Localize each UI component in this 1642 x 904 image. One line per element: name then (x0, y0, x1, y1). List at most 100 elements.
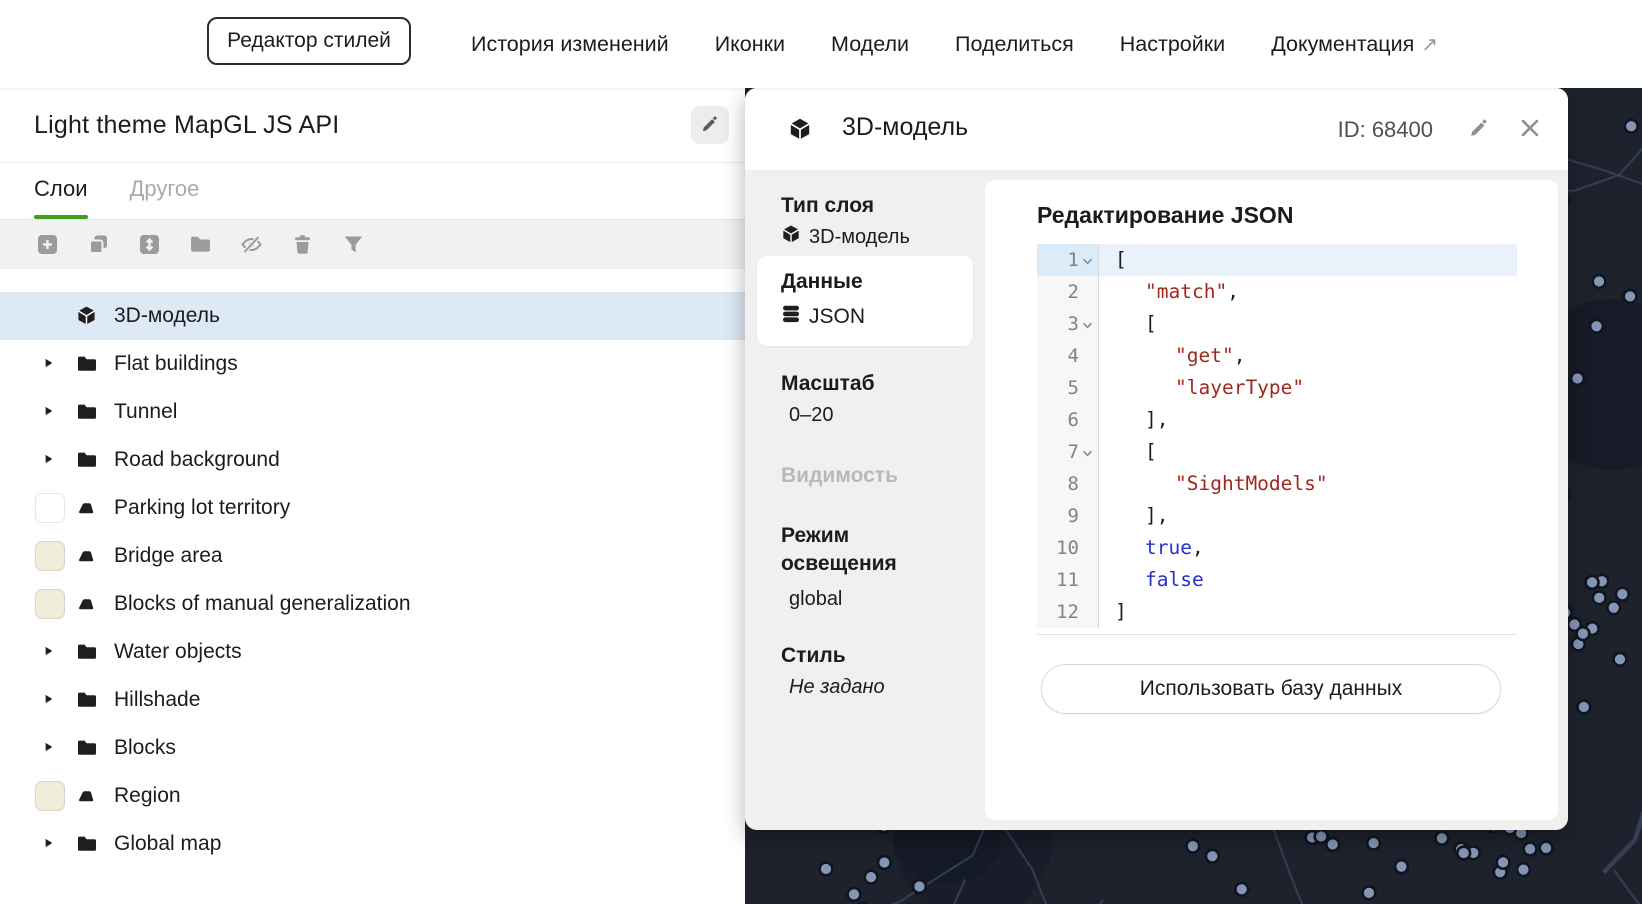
fold-chevron-icon[interactable] (1082, 322, 1093, 329)
layer-row[interactable]: Road background (0, 436, 745, 484)
nav-item[interactable]: Настройки (1120, 32, 1225, 57)
code-line[interactable]: 7[ (1037, 436, 1517, 468)
expand-triangle-icon[interactable] (44, 838, 54, 848)
code-text[interactable]: [ (1099, 244, 1517, 276)
line-number-gutter[interactable]: 9 (1037, 500, 1099, 532)
line-number: 11 (1056, 569, 1079, 591)
expand-triangle-icon[interactable] (44, 646, 54, 656)
code-text[interactable]: ] (1099, 596, 1517, 628)
code-text[interactable]: "layerType" (1099, 372, 1517, 404)
layer-row[interactable]: Parking lot territory (0, 484, 745, 532)
code-text[interactable]: [ (1099, 308, 1517, 340)
code-line[interactable]: 4 "get", (1037, 340, 1517, 372)
layer-row[interactable]: Tunnel (0, 388, 745, 436)
line-number-gutter[interactable]: 8 (1037, 468, 1099, 500)
line-number-gutter[interactable]: 10 (1037, 532, 1099, 564)
code-line[interactable]: 12] (1037, 596, 1517, 628)
pencil-icon (700, 114, 720, 137)
layer-row[interactable]: Region (0, 772, 745, 820)
layer-color-swatch[interactable] (35, 781, 65, 811)
tab-other[interactable]: Другое (130, 163, 200, 219)
line-number-gutter[interactable]: 2 (1037, 276, 1099, 308)
code-text[interactable]: ], (1099, 500, 1517, 532)
code-line[interactable]: 2 "match", (1037, 276, 1517, 308)
layer-row[interactable]: Water objects (0, 628, 745, 676)
code-text[interactable]: ], (1099, 404, 1517, 436)
sidebar-item-data[interactable]: Данные JSON (757, 256, 973, 346)
plus-square-icon[interactable] (36, 233, 59, 256)
line-number-gutter[interactable]: 5 (1037, 372, 1099, 404)
eye-off-icon[interactable] (240, 233, 263, 256)
line-number: 12 (1056, 601, 1079, 623)
style-editor-button[interactable]: Редактор стилей (207, 17, 411, 65)
cube-icon (76, 305, 97, 326)
code-line[interactable]: 3[ (1037, 308, 1517, 340)
json-code-editor[interactable]: 1[2 "match", 3[4 "get", 5 "layerType" 6], 7[8 "S… (1037, 244, 1517, 635)
layer-row[interactable]: Flat buildings (0, 340, 745, 388)
line-number-gutter[interactable]: 11 (1037, 564, 1099, 596)
code-line[interactable]: 8 "SightModels" (1037, 468, 1517, 500)
line-number-gutter[interactable]: 3 (1037, 308, 1099, 340)
line-number-gutter[interactable]: 12 (1037, 596, 1099, 628)
code-text[interactable]: "get", (1099, 340, 1517, 372)
code-token: [ (1145, 312, 1157, 335)
line-number: 1 (1067, 249, 1079, 271)
expand-triangle-icon[interactable] (44, 742, 54, 752)
line-number-gutter[interactable]: 4 (1037, 340, 1099, 372)
layer-row[interactable]: Blocks of manual generalization (0, 580, 745, 628)
expand-triangle-icon[interactable] (44, 358, 54, 368)
code-text[interactable]: "match", (1099, 276, 1517, 308)
use-database-button[interactable]: Использовать базу данных (1041, 664, 1501, 714)
code-text[interactable]: false (1099, 564, 1517, 596)
code-line[interactable]: 9], (1037, 500, 1517, 532)
layer-row[interactable]: Blocks (0, 724, 745, 772)
nav-item[interactable]: Иконки (715, 32, 785, 57)
line-number-gutter[interactable]: 1 (1037, 244, 1099, 276)
line-number-gutter[interactable]: 7 (1037, 436, 1099, 468)
line-number: 3 (1067, 313, 1079, 335)
code-text[interactable]: "SightModels" (1099, 468, 1517, 500)
project-title: Light theme MapGL JS API (34, 110, 340, 139)
line-number-gutter[interactable]: 6 (1037, 404, 1099, 436)
style-label: Стиль (781, 644, 846, 667)
expand-triangle-icon[interactable] (44, 406, 54, 416)
layer-row[interactable]: 3D-модель (0, 292, 745, 340)
expand-triangle-icon[interactable] (44, 454, 54, 464)
code-line[interactable]: 6], (1037, 404, 1517, 436)
nav-item-documentation[interactable]: Документация ↗ (1271, 32, 1438, 57)
polygon-icon (76, 545, 97, 566)
close-icon[interactable] (1518, 116, 1542, 140)
code-text[interactable]: true, (1099, 532, 1517, 564)
code-line[interactable]: 1[ (1037, 244, 1517, 276)
arrows-vertical-icon[interactable] (138, 233, 161, 256)
layer-color-swatch[interactable] (35, 541, 65, 571)
folder-icon (76, 641, 98, 663)
nav-item[interactable]: Модели (831, 32, 909, 57)
layer-color-swatch[interactable] (35, 589, 65, 619)
fold-chevron-icon[interactable] (1082, 258, 1093, 265)
nav-item[interactable]: История изменений (471, 32, 669, 57)
code-line[interactable]: 10 true, (1037, 532, 1517, 564)
fold-chevron-icon[interactable] (1082, 450, 1093, 457)
layers-list: 3D-модель Flat buildings Tunnel Road backgr… (0, 292, 745, 868)
layer-row[interactable]: Hillshade (0, 676, 745, 724)
docs-link-label: Документация (1271, 31, 1415, 56)
folder-icon (76, 353, 98, 375)
layer-row[interactable]: Global map (0, 820, 745, 868)
nav-item[interactable]: Поделиться (955, 32, 1074, 57)
layers-toolbar (0, 220, 745, 269)
copy-icon[interactable] (87, 233, 110, 256)
layer-inspector-panel: 3D-модель ID: 68400 Тип слоя 3D-модель Д… (745, 88, 1568, 830)
funnel-icon[interactable] (342, 233, 365, 256)
trash-icon[interactable] (291, 233, 314, 256)
edit-layer-pencil-icon[interactable] (1468, 117, 1490, 139)
tab-layers[interactable]: Слои (34, 163, 88, 219)
layer-row[interactable]: Bridge area (0, 532, 745, 580)
code-text[interactable]: [ (1099, 436, 1517, 468)
layer-color-swatch[interactable] (35, 493, 65, 523)
folder-icon[interactable] (189, 233, 212, 256)
code-line[interactable]: 5 "layerType" (1037, 372, 1517, 404)
expand-triangle-icon[interactable] (44, 694, 54, 704)
code-line[interactable]: 11 false (1037, 564, 1517, 596)
rename-project-button[interactable] (691, 106, 729, 144)
